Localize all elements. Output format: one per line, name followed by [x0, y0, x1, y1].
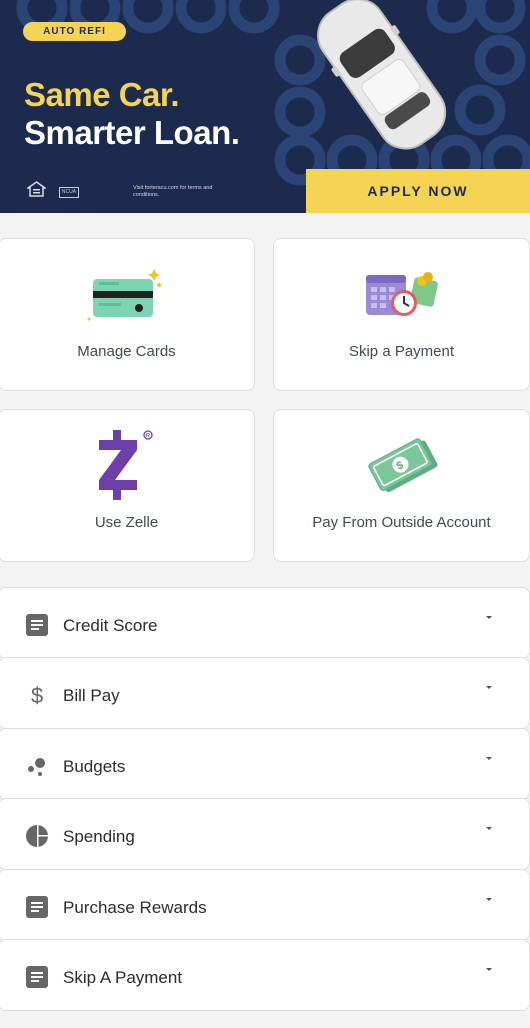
calendar-clock-money-icon: [366, 272, 438, 316]
tile-use-zelle[interactable]: R Use Zelle: [0, 409, 255, 562]
tile-label: Manage Cards: [77, 343, 176, 360]
zelle-logo-icon: R: [99, 430, 153, 500]
chevron-down-icon[interactable]: [486, 968, 492, 971]
accordion-purchase-rewards[interactable]: Purchase Rewards: [0, 869, 530, 941]
dollar-icon: $: [31, 684, 43, 706]
tile-label: Pay From Outside Account: [312, 514, 491, 531]
document-icon: [26, 896, 48, 918]
chevron-down-icon[interactable]: [486, 898, 492, 901]
document-icon: [26, 614, 48, 636]
svg-text:R: R: [146, 433, 151, 439]
chevron-down-icon[interactable]: [486, 827, 492, 830]
chevron-down-icon[interactable]: [486, 616, 492, 619]
accordion-label: Skip A Payment: [63, 968, 183, 987]
tile-pay-from-outside-account[interactable]: $ Pay From Outside Account: [273, 409, 530, 562]
cash-bills-icon: $: [368, 438, 438, 493]
chevron-down-icon[interactable]: [486, 757, 492, 760]
accordion-label: Bill Pay: [63, 686, 120, 705]
apply-now-button[interactable]: APPLY NOW: [306, 169, 530, 213]
equal-housing-lender-icon: [27, 181, 46, 197]
accordion-skip-a-payment[interactable]: Skip A Payment: [0, 939, 530, 1011]
banner-headline-line1: Same Car.: [24, 76, 180, 113]
accordion-label: Credit Score: [63, 616, 158, 635]
circles-icon: [28, 758, 45, 776]
car-image: [317, 0, 447, 150]
accordion-spending[interactable]: Spending: [0, 798, 530, 870]
accordion-label: Budgets: [63, 757, 126, 776]
auto-refi-badge: AUTO REFI: [23, 22, 126, 41]
pie-chart-icon: [26, 825, 48, 847]
accordion-credit-score[interactable]: Credit Score: [0, 587, 530, 659]
tile-label: Use Zelle: [94, 514, 159, 531]
accordion-bill-pay[interactable]: $ Bill Pay: [0, 657, 530, 729]
banner-headline-line2: Smarter Loan.: [24, 114, 240, 151]
svg-text:$: $: [31, 684, 43, 706]
accordion-label: Purchase Rewards: [63, 898, 207, 917]
tile-label: Skip a Payment: [348, 343, 455, 360]
auto-refi-banner[interactable]: AUTO REFI Same Car. Smarter Loan. NCUA V…: [0, 0, 530, 213]
ncua-logo: NCUA: [59, 187, 79, 198]
chevron-down-icon[interactable]: [486, 686, 492, 689]
accordion-budgets[interactable]: Budgets: [0, 728, 530, 800]
document-icon: [26, 966, 48, 988]
tile-skip-a-payment[interactable]: Skip a Payment: [273, 238, 530, 391]
accordion-label: Spending: [63, 827, 135, 846]
tile-manage-cards[interactable]: Manage Cards: [0, 238, 255, 391]
credit-card-icon: [87, 269, 161, 321]
banner-disclaimer: Visit forteracu.com for terms and condit…: [133, 185, 213, 198]
